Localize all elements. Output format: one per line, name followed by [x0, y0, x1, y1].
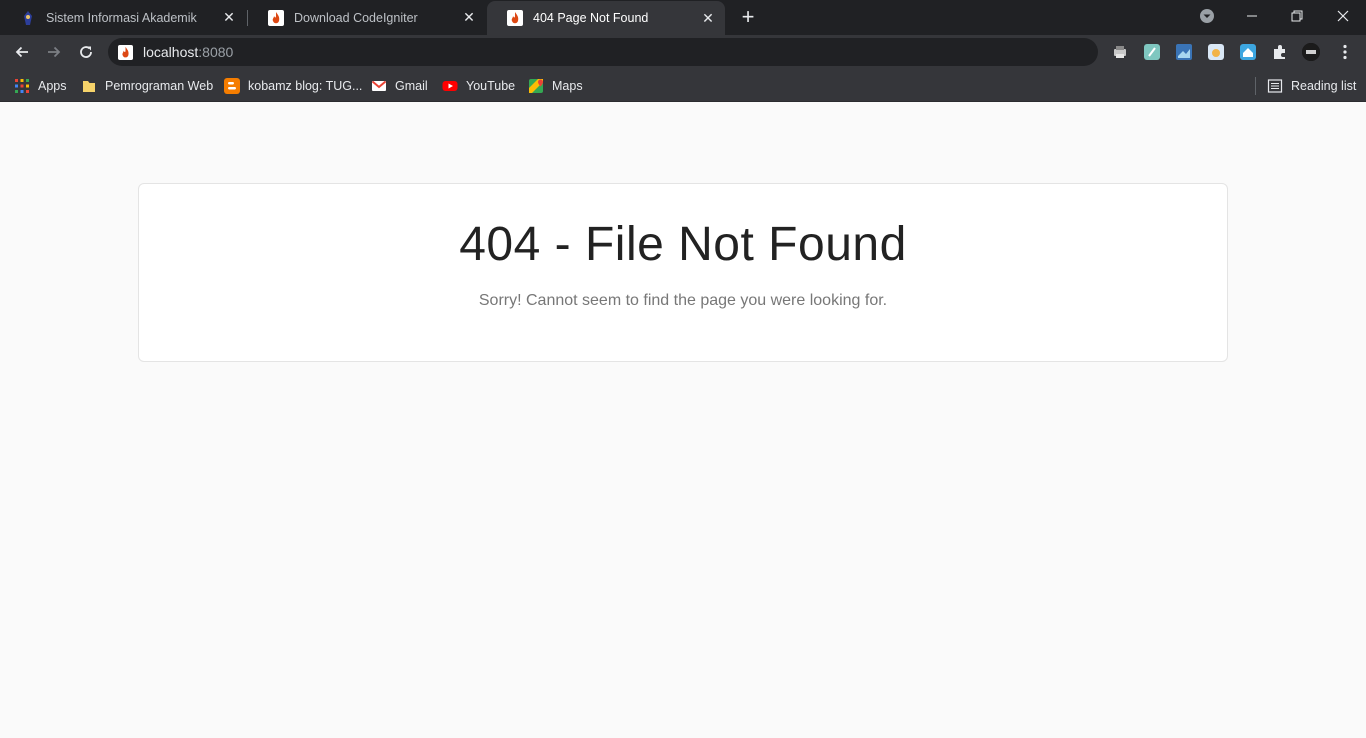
- menu-dots-icon[interactable]: [1336, 43, 1354, 61]
- extension-printer-icon[interactable]: [1111, 43, 1129, 61]
- close-tab-icon[interactable]: ✕: [462, 9, 476, 25]
- extensions-puzzle-icon[interactable]: [1271, 43, 1289, 61]
- chevron-down-circle-icon: [1200, 9, 1214, 23]
- url-port: :8080: [198, 44, 234, 60]
- extension-image-icon[interactable]: [1175, 43, 1193, 61]
- error-card: 404 - File Not Found Sorry! Cannot seem …: [138, 183, 1228, 362]
- arrow-left-icon: [15, 46, 28, 58]
- bookmark-label: Gmail: [395, 79, 428, 93]
- codeigniter-flame-icon: [118, 44, 133, 60]
- extension-home-icon[interactable]: [1239, 43, 1257, 61]
- bookmark-label: Maps: [552, 79, 583, 93]
- bookmark-label: Pemrograman Web: [105, 79, 214, 93]
- bookmarks-divider: [1255, 77, 1256, 95]
- reload-button[interactable]: [73, 39, 99, 65]
- tab-search-button[interactable]: [1187, 0, 1227, 32]
- restore-button[interactable]: [1275, 0, 1319, 32]
- bookmark-kobamz-blog[interactable]: kobamz blog: TUG...: [224, 76, 362, 96]
- tab-title: 404 Page Not Found: [533, 11, 649, 25]
- tab-title: Download CodeIgniter: [294, 10, 418, 25]
- reading-list-button[interactable]: Reading list: [1267, 76, 1356, 96]
- extension-clip-icon[interactable]: [1143, 43, 1161, 61]
- bookmark-apps[interactable]: Apps: [14, 76, 67, 96]
- address-bar[interactable]: localhost:8080: [108, 38, 1098, 66]
- error-heading: 404 - File Not Found: [459, 218, 907, 271]
- bookmark-maps[interactable]: Maps: [528, 76, 583, 96]
- bookmark-gmail[interactable]: Gmail: [371, 76, 428, 96]
- tab-sistem-informasi[interactable]: Sistem Informasi Akademik ✕: [0, 0, 246, 35]
- close-tab-icon[interactable]: ✕: [222, 9, 236, 25]
- minimize-button[interactable]: [1230, 0, 1274, 32]
- close-icon: [1337, 10, 1349, 22]
- error-message: Sorry! Cannot seem to find the page you …: [478, 292, 888, 309]
- url-host: localhost: [143, 44, 199, 60]
- folder-icon: [83, 81, 95, 92]
- youtube-icon: [442, 81, 458, 91]
- new-tab-button[interactable]: +: [733, 1, 763, 33]
- restore-icon: [1291, 10, 1303, 22]
- profile-avatar[interactable]: [1302, 43, 1320, 61]
- bookmark-label: YouTube: [466, 79, 516, 93]
- close-window-button[interactable]: [1320, 0, 1366, 32]
- maps-icon: [529, 79, 543, 93]
- close-tab-icon[interactable]: ✕: [701, 10, 715, 26]
- tab-title: Sistem Informasi Akademik: [46, 10, 197, 25]
- bookmarks-bar: Apps Pemrograman Web kobamz blog: TUG...…: [0, 69, 1366, 102]
- apps-grid-icon: [15, 79, 29, 93]
- gmail-icon: [371, 80, 387, 91]
- page-content: 404 - File Not Found Sorry! Cannot seem …: [0, 102, 1366, 738]
- reload-icon: [80, 46, 92, 58]
- browser-toolbar: localhost:8080: [0, 35, 1366, 69]
- reading-list-label: Reading list: [1291, 79, 1357, 93]
- bookmark-pemrograman-web[interactable]: Pemrograman Web: [81, 76, 213, 96]
- codeigniter-flame-icon: [268, 9, 284, 26]
- extension-cloud-icon[interactable]: [1207, 43, 1225, 61]
- tab-404-page[interactable]: 404 Page Not Found ✕: [487, 1, 725, 35]
- bookmark-label: Apps: [38, 79, 67, 93]
- forward-button[interactable]: [41, 39, 67, 65]
- bookmark-label: kobamz blog: TUG...: [248, 79, 363, 93]
- arrow-right-icon: [48, 46, 61, 58]
- back-button[interactable]: [9, 39, 35, 65]
- codeigniter-flame-icon: [507, 10, 523, 26]
- tab-strip: Sistem Informasi Akademik ✕ Download Cod…: [0, 0, 1366, 35]
- bookmark-youtube[interactable]: YouTube: [442, 76, 515, 96]
- reading-list-icon: [1267, 79, 1283, 93]
- blogger-icon: [224, 78, 240, 94]
- minimize-icon: [1247, 15, 1257, 17]
- tab-download-codeigniter[interactable]: Download CodeIgniter ✕: [248, 0, 486, 35]
- university-logo-icon: [24, 10, 32, 25]
